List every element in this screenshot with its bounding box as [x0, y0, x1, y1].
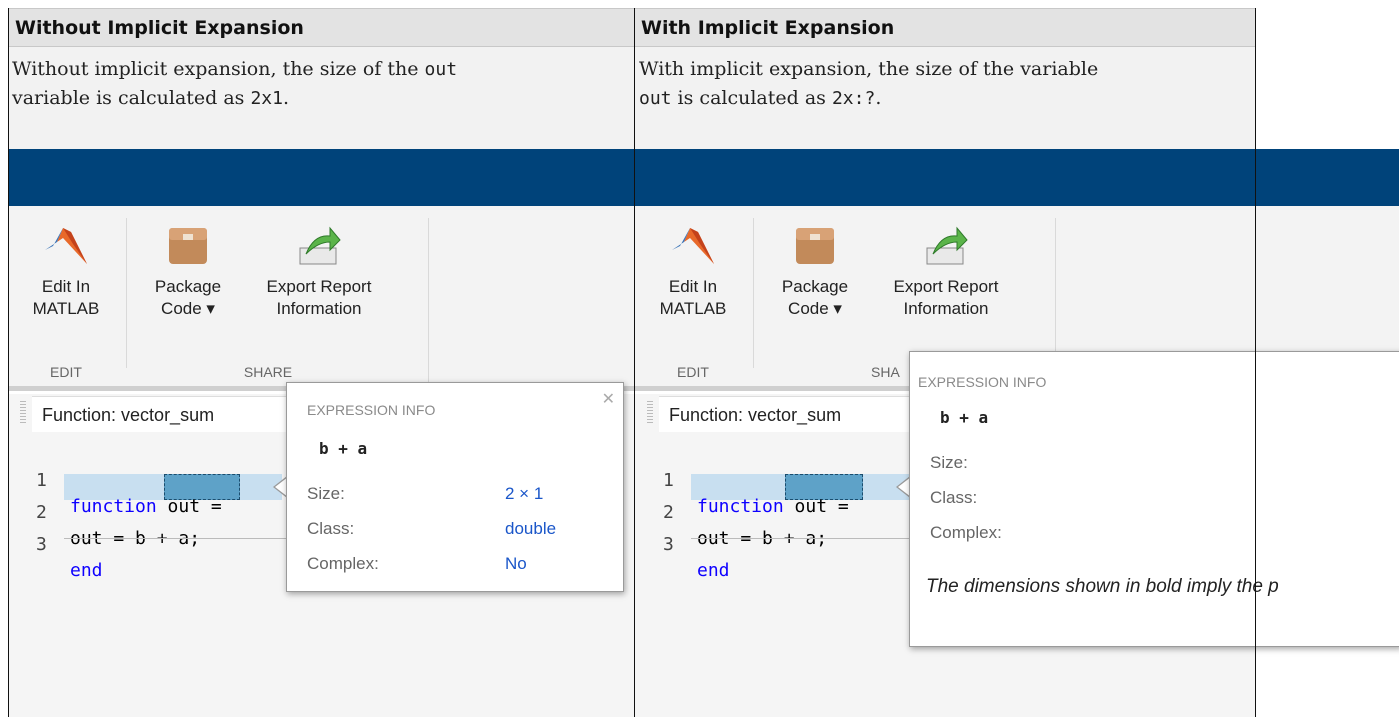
- code-line: 1 function out =: [8, 442, 222, 517]
- package-code-button[interactable]: Package Code ▾: [148, 224, 228, 320]
- editor-tabbar: Function: vector_sum: [647, 396, 947, 432]
- popup-expression: b + a: [940, 408, 989, 427]
- keyword: end: [697, 560, 730, 581]
- tool-label: MATLAB: [32, 299, 100, 318]
- desc-text: .: [875, 87, 882, 109]
- complex-label: Complex:: [930, 523, 1002, 542]
- desc-text: is calculated as: [671, 87, 832, 109]
- group-divider: [126, 218, 127, 368]
- size-label: Size:: [930, 453, 968, 472]
- tool-label: Information: [903, 299, 989, 318]
- group-label-share: SHARE: [243, 364, 293, 380]
- code-line: 2 out = b + a;: [8, 474, 200, 549]
- package-icon: [796, 228, 834, 264]
- tool-label: Export Report: [266, 277, 372, 296]
- line-number: 3: [663, 534, 674, 555]
- description-without: Without implicit expansion, the size of …: [8, 47, 635, 149]
- package-icon: [169, 228, 207, 264]
- code-text: out =: [156, 496, 222, 517]
- tool-label: Edit In: [668, 277, 718, 296]
- export-report-icon: [299, 226, 341, 265]
- desc-code: out: [424, 59, 458, 80]
- popup-note: The dimensions shown in bold imply the p: [926, 576, 1279, 597]
- class-label: Class:: [307, 519, 355, 538]
- expression-info-popup: EXPRESSION INFO b + a Size: Class: Compl…: [909, 351, 1399, 647]
- group-divider: [428, 218, 429, 386]
- size-value: 2 × 1: [505, 484, 544, 503]
- expression-info-popup: ✕ EXPRESSION INFO b + a Size: 2 × 1 Clas…: [286, 382, 624, 592]
- drag-grip-icon[interactable]: [647, 401, 653, 425]
- edit-in-matlab-button[interactable]: Edit In MATLAB: [26, 224, 106, 320]
- complex-label: Complex:: [307, 554, 379, 573]
- matlab-logo-icon: [672, 228, 714, 264]
- code-text: out =: [783, 496, 849, 517]
- code-line: 2 out = b + a;: [635, 474, 827, 549]
- matlab-logo-icon: [45, 228, 87, 264]
- keyword: function: [70, 496, 157, 517]
- class-label: Class:: [930, 488, 978, 507]
- tool-label: Edit In: [41, 277, 91, 296]
- export-report-button[interactable]: Export Report Information: [881, 224, 1011, 320]
- tool-label: Package: [154, 277, 222, 296]
- keyword: end: [70, 560, 103, 581]
- group-label-edit: EDIT: [50, 364, 82, 380]
- table-border-middle: [634, 8, 635, 717]
- class-value: double: [505, 519, 557, 538]
- description-with: With implicit expansion, the size of the…: [635, 47, 1256, 149]
- drag-grip-icon[interactable]: [20, 401, 26, 425]
- size-label: Size:: [307, 484, 345, 503]
- desc-text: Without implicit expansion, the size of …: [12, 58, 425, 80]
- column-header-with: With Implicit Expansion: [634, 8, 1256, 47]
- keyword: function: [697, 496, 784, 517]
- code-line: 3 end: [8, 506, 103, 581]
- tool-label: Code ▾: [161, 299, 215, 318]
- export-report-icon: [926, 226, 968, 265]
- code-line: 3 end: [635, 506, 730, 581]
- line-number: 3: [36, 534, 47, 555]
- popup-expression: b + a: [319, 439, 368, 458]
- close-icon[interactable]: ✕: [602, 389, 615, 409]
- popup-title: EXPRESSION INFO: [307, 402, 436, 418]
- tab-function[interactable]: Function: vector_sum: [32, 396, 312, 432]
- table-border-right: [1255, 8, 1256, 717]
- code-area[interactable]: 1 function out = 2 out = b + a; 3 end: [635, 432, 921, 581]
- code-bottom-rule: [64, 538, 294, 539]
- app-title-banner: [8, 149, 1399, 206]
- desc-code: out: [639, 88, 672, 109]
- tab-function[interactable]: Function: vector_sum: [659, 396, 939, 432]
- group-label-edit: EDIT: [677, 364, 709, 380]
- tool-label: Code ▾: [788, 299, 842, 318]
- code-line: 1 function out =: [635, 442, 849, 517]
- column-header-without: Without Implicit Expansion: [8, 8, 635, 47]
- desc-code: 2x:?: [831, 88, 876, 109]
- popup-title: EXPRESSION INFO: [918, 374, 1047, 390]
- code-bottom-rule: [691, 538, 921, 539]
- desc-code: 2x1: [250, 88, 283, 109]
- group-label-share: SHA: [871, 364, 900, 380]
- desc-text: With implicit expansion, the size of the…: [639, 58, 1099, 80]
- export-report-button[interactable]: Export Report Information: [254, 224, 384, 320]
- toolstrip-left: Edit In MATLAB Package Code ▾ Export Rep…: [8, 206, 635, 391]
- tool-label: Package: [781, 277, 849, 296]
- group-divider: [753, 218, 754, 368]
- tool-label: Information: [276, 299, 362, 318]
- table-border-left: [8, 8, 9, 717]
- desc-text: .: [282, 87, 290, 109]
- complex-value: No: [505, 554, 527, 573]
- package-code-button[interactable]: Package Code ▾: [775, 224, 855, 320]
- desc-text: variable is calculated as: [12, 87, 251, 109]
- tool-label: Export Report: [893, 277, 999, 296]
- edit-in-matlab-button[interactable]: Edit In MATLAB: [653, 224, 733, 320]
- code-area[interactable]: 1 function out = 2 out = b + a; 3 end: [8, 432, 294, 581]
- tool-label: MATLAB: [659, 299, 727, 318]
- editor-tabbar: Function: vector_sum: [20, 396, 320, 432]
